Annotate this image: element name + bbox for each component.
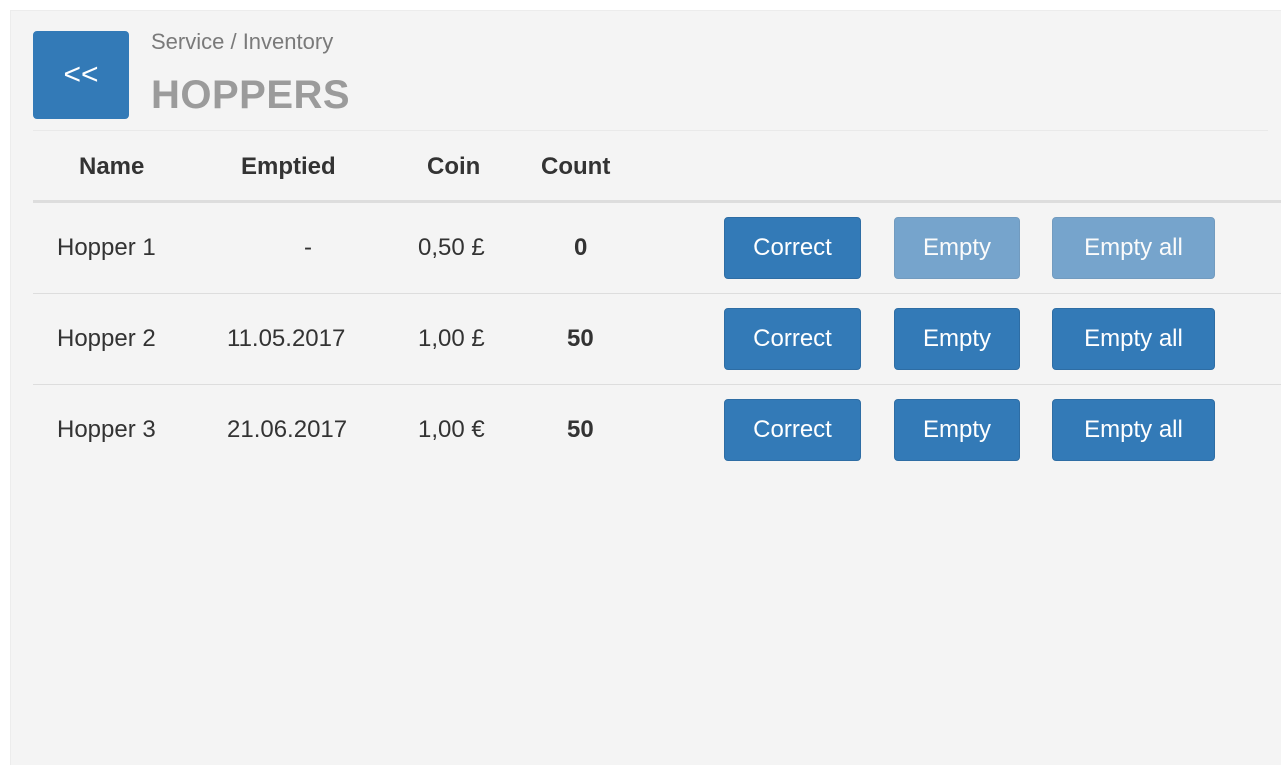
coin-count: 0 (574, 234, 588, 261)
hopper-name: Hopper 3 (57, 416, 156, 443)
coin-value: 1,00 € (418, 416, 485, 443)
column-header-name: Name (79, 153, 145, 180)
table-row: Hopper 3 21.06.2017 1,00 € 50 Correct Em… (33, 385, 1281, 475)
empty-all-button[interactable]: Empty all (1052, 217, 1215, 279)
empty-button[interactable]: Empty (894, 308, 1020, 370)
table-row: Hopper 1 - 0,50 £ 0 Correct Empty Empty … (33, 203, 1281, 293)
page-title: HOPPERS (151, 73, 351, 117)
coin-value: 1,00 £ (418, 325, 485, 352)
empty-all-button[interactable]: Empty all (1052, 308, 1215, 370)
emptied-date: 11.05.2017 (227, 325, 346, 352)
correct-button[interactable]: Correct (724, 399, 861, 461)
empty-button[interactable]: Empty (894, 399, 1020, 461)
correct-button[interactable]: Correct (724, 217, 861, 279)
column-header-coin: Coin (427, 153, 481, 180)
coin-value: 0,50 £ (418, 234, 485, 261)
hopper-name: Hopper 1 (57, 234, 156, 261)
empty-button[interactable]: Empty (894, 217, 1020, 279)
empty-all-button[interactable]: Empty all (1052, 399, 1215, 461)
emptied-date: 21.06.2017 (227, 416, 348, 443)
hoppers-panel: << Service / Inventory HOPPERS Name Empt… (10, 10, 1281, 765)
coin-count: 50 (567, 325, 594, 352)
hopper-name: Hopper 2 (57, 325, 156, 352)
breadcrumb: Service / Inventory (151, 29, 334, 54)
column-header-emptied: Emptied (241, 153, 336, 180)
column-header-count: Count (541, 153, 611, 180)
coin-count: 50 (567, 416, 594, 443)
table-row: Hopper 2 11.05.2017 1,00 £ 50 Correct Em… (33, 294, 1281, 384)
correct-button[interactable]: Correct (724, 308, 861, 370)
back-button[interactable]: << (33, 31, 129, 119)
emptied-date: - (304, 234, 312, 261)
header-divider (33, 130, 1268, 131)
